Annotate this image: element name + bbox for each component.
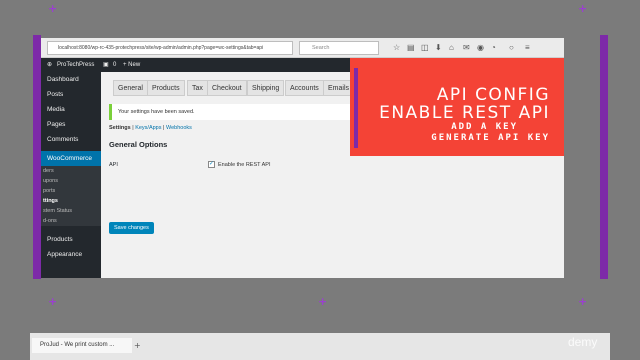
chat-icon[interactable]: ✉ — [463, 42, 470, 54]
download-icon[interactable]: ⬇ — [435, 42, 442, 54]
reader-icon[interactable]: ▤ — [407, 42, 415, 54]
tab-general[interactable]: General — [113, 80, 148, 96]
url-bar[interactable]: localhost:8080/wp-rc-435-protechpress/si… — [47, 41, 293, 55]
api-field-label: API — [109, 162, 118, 168]
plus-marker: + — [48, 2, 58, 15]
subnav-separator: | — [132, 125, 134, 131]
left-accent-bar — [33, 35, 41, 279]
watermark-text: demy — [568, 335, 598, 349]
home-icon[interactable]: ⌂ — [449, 42, 454, 54]
plus-marker: + — [578, 295, 588, 308]
site-name-link[interactable]: ProTechPress — [57, 58, 94, 72]
banner-line-1: API CONFIG — [436, 85, 550, 105]
subnav-separator: | — [163, 125, 165, 131]
sidebar-item-posts[interactable]: Posts — [41, 87, 101, 102]
subnav-webhooks[interactable]: Webhooks — [166, 125, 192, 131]
browser-tab[interactable]: ProJud - We print custom ... — [32, 338, 132, 353]
browser-toolbar: localhost:8080/wp-rc-435-protechpress/si… — [41, 38, 564, 58]
enable-rest-api-label[interactable]: Enable the REST API — [218, 162, 271, 168]
banner-accent-stripe — [354, 68, 358, 148]
subnav-keys-apps[interactable]: Keys/Apps — [135, 125, 161, 131]
sidebar-subitem-coupons[interactable]: upons — [41, 176, 101, 186]
sidebar-subitem-system-status[interactable]: stem Status — [41, 206, 101, 216]
save-changes-button[interactable]: Save changes — [109, 222, 154, 234]
tab-shipping[interactable]: Shipping — [247, 80, 285, 96]
plus-marker: + — [578, 2, 588, 15]
comment-count[interactable]: 0 — [113, 58, 116, 72]
sidebar-subitem-addons[interactable]: d-ons — [41, 216, 101, 226]
enable-rest-api-checkbox[interactable]: ✓ — [208, 161, 215, 168]
sidebar-item-appearance[interactable]: Appearance — [41, 247, 101, 262]
new-tab-icon[interactable]: + — [134, 338, 141, 353]
settings-subnav: Settings | Keys/Apps | Webhooks — [109, 125, 192, 131]
sidebar-subitem-settings[interactable]: ttings — [41, 196, 101, 206]
comment-icon[interactable]: ○ — [509, 42, 514, 54]
extension-icon[interactable]: ◉ — [477, 42, 484, 54]
subnav-settings[interactable]: Settings — [109, 125, 131, 131]
browser-tab-strip: ProJud - We print custom ... + — [30, 333, 610, 360]
browser-search-input[interactable]: Search — [299, 41, 379, 55]
comments-icon[interactable]: ▣ — [103, 58, 109, 72]
sidebar-item-media[interactable]: Media — [41, 102, 101, 117]
wordpress-logo-icon[interactable]: ⊕ — [47, 58, 52, 72]
tab-tax[interactable]: Tax — [187, 80, 208, 96]
sidebar-subitem-reports[interactable]: ports — [41, 186, 101, 196]
banner-line-3: ADD A KEY — [451, 122, 518, 132]
banner-line-4: GENERATE API KEY — [431, 133, 550, 143]
admin-sidebar: Dashboard Posts Media Pages Comments Woo… — [41, 72, 101, 278]
plus-marker: + — [48, 295, 58, 308]
tab-products[interactable]: Products — [147, 80, 185, 96]
section-title: General Options — [109, 140, 168, 149]
sidebar-subitem-orders[interactable]: ders — [41, 166, 101, 176]
new-content-link[interactable]: + New — [123, 58, 140, 72]
menu-icon[interactable]: ≡ — [525, 42, 530, 54]
sidebar-item-comments[interactable]: Comments — [41, 132, 101, 147]
sidebar-item-products[interactable]: Products — [41, 232, 101, 247]
extension-icon[interactable]: ◔ — [491, 42, 496, 54]
sidebar-item-dashboard[interactable]: Dashboard — [41, 72, 101, 87]
title-banner: API CONFIG ENABLE REST API ADD A KEY GEN… — [350, 58, 564, 156]
banner-line-2: ENABLE REST API — [379, 103, 550, 123]
tab-checkout[interactable]: Checkout — [207, 80, 247, 96]
sidebar-item-pages[interactable]: Pages — [41, 117, 101, 132]
sidebar-item-woocommerce[interactable]: WooCommerce — [41, 151, 101, 166]
right-accent-bar — [600, 35, 608, 279]
pocket-icon[interactable]: ◫ — [421, 42, 429, 54]
plus-marker: + — [318, 295, 328, 308]
tab-accounts[interactable]: Accounts — [285, 80, 324, 96]
star-icon[interactable]: ☆ — [393, 42, 400, 54]
